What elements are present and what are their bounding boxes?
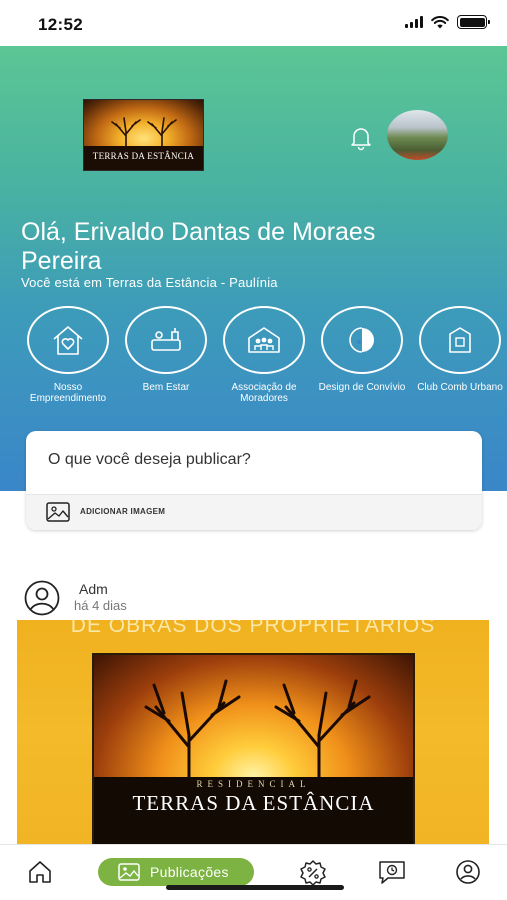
greeting-text: Olá, Erivaldo Dantas de Moraes Pereira xyxy=(21,218,376,275)
profile-icon[interactable] xyxy=(455,859,481,885)
chat-clock-icon[interactable] xyxy=(378,859,406,885)
nav-tab-publicacoes[interactable]: Publicações xyxy=(98,858,254,886)
category-club-comb-urbano[interactable]: Club Comb Urbano xyxy=(412,306,507,393)
category-design-convivio[interactable]: Design de Convívio xyxy=(314,306,410,393)
image-icon[interactable] xyxy=(46,502,70,522)
category-carousel[interactable]: Nosso Empreendimento Bem Estar Associaçã… xyxy=(0,306,507,406)
residential-logo: TERRAS DA ESTÂNCIA xyxy=(83,99,204,171)
publish-card[interactable]: O que você deseja publicar? ADICIONAR IM… xyxy=(26,431,482,530)
user-avatar[interactable] xyxy=(387,110,448,160)
post-image[interactable]: DE OBRAS DOS PROPRIETÁRIOS RESIDENCIAL T… xyxy=(17,620,489,844)
gallery-icon xyxy=(118,863,140,881)
location-text: Você está em Terras da Estância - Paulín… xyxy=(21,275,278,290)
add-image-button[interactable]: ADICIONAR IMAGEM xyxy=(80,507,165,516)
post-banner-text: DE OBRAS DOS PROPRIETÁRIOS xyxy=(70,620,436,637)
home-icon[interactable] xyxy=(27,859,53,885)
signal-icon xyxy=(405,16,423,28)
header-hero: TERRAS DA ESTÂNCIA Olá, Erivaldo Dantas … xyxy=(0,46,507,491)
building-icon xyxy=(449,327,471,353)
photo-subtitle: RESIDENCIAL xyxy=(196,779,311,789)
battery-icon xyxy=(457,15,490,29)
discount-badge-icon[interactable] xyxy=(299,859,327,887)
post-author-avatar-icon[interactable] xyxy=(21,580,63,616)
photo-title: TERRAS DA ESTÂNCIA xyxy=(132,791,375,815)
post-photo: RESIDENCIAL TERRAS DA ESTÂNCIA xyxy=(92,653,415,844)
community-icon xyxy=(248,327,280,353)
status-bar: 12:52 xyxy=(0,0,507,46)
home-indicator xyxy=(166,885,344,890)
category-associacao-moradores[interactable]: Associação de Moradores xyxy=(216,306,312,404)
publish-input[interactable]: O que você deseja publicar? xyxy=(48,451,251,469)
bottom-nav: Publicações xyxy=(0,844,507,900)
post-author[interactable]: Adm xyxy=(79,581,108,597)
logo-name: TERRAS DA ESTÂNCIA xyxy=(92,151,195,161)
status-icons xyxy=(405,15,490,29)
publish-actions: ADICIONAR IMAGEM xyxy=(26,494,482,530)
status-time: 12:52 xyxy=(38,15,83,34)
post-time: há 4 dias xyxy=(74,598,127,613)
category-bem-estar[interactable]: Bem Estar xyxy=(118,306,214,393)
category-nosso-empreendimento[interactable]: Nosso Empreendimento xyxy=(20,306,116,404)
spa-icon xyxy=(151,328,181,351)
nav-tab-publicacoes-label: Publicações xyxy=(150,864,229,880)
house-heart-icon xyxy=(53,326,83,355)
design-icon xyxy=(349,327,374,353)
wifi-icon xyxy=(431,15,449,28)
notification-bell-icon[interactable] xyxy=(347,124,375,152)
